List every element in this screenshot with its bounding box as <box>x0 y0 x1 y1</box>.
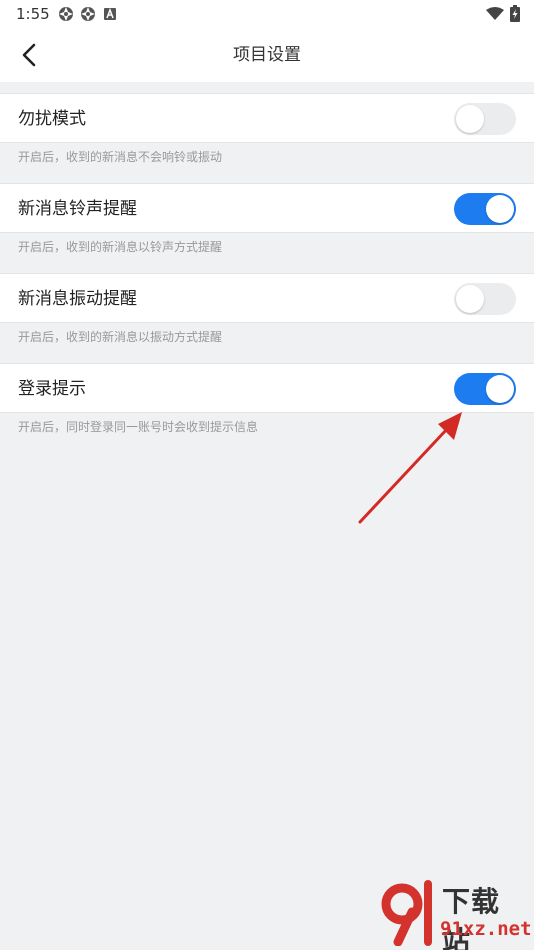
aperture-icon <box>81 7 95 21</box>
setting-label: 勿扰模式 <box>18 109 86 129</box>
setting-description: 开启后，同时登录同一账号时会收到提示信息 <box>18 420 259 434</box>
status-time: 1:55 <box>16 5 50 23</box>
vibration-alert-toggle[interactable] <box>454 283 516 315</box>
setting-label: 新消息振动提醒 <box>18 289 137 309</box>
setting-description: 开启后，收到的新消息以振动方式提醒 <box>18 330 223 344</box>
setting-label: 登录提示 <box>18 379 86 399</box>
toggle-knob <box>486 195 514 223</box>
setting-row-ringtone-alert: 新消息铃声提醒 <box>0 183 534 233</box>
setting-label: 新消息铃声提醒 <box>18 199 137 219</box>
setting-description: 开启后，收到的新消息以铃声方式提醒 <box>18 240 223 254</box>
login-prompt-toggle[interactable] <box>454 373 516 405</box>
watermark-logo: 下载站 91xz.net <box>378 876 532 950</box>
toggle-knob <box>456 105 484 133</box>
watermark-url: 91xz.net <box>440 918 532 940</box>
setting-row-login-prompt: 登录提示 <box>0 363 534 413</box>
toggle-knob <box>456 285 484 313</box>
watermark-91-logo <box>381 880 432 946</box>
page-title: 项目设置 <box>233 45 301 65</box>
font-a-icon <box>104 7 116 20</box>
back-button[interactable] <box>14 40 44 70</box>
ringtone-alert-toggle[interactable] <box>454 193 516 225</box>
wifi-icon <box>486 6 504 20</box>
do-not-disturb-toggle[interactable] <box>454 103 516 135</box>
status-system-icons <box>486 5 520 22</box>
setting-row-do-not-disturb: 勿扰模式 <box>0 93 534 143</box>
aperture-icon <box>59 7 73 21</box>
setting-row-vibration-alert: 新消息振动提醒 <box>0 273 534 323</box>
battery-charging-icon <box>510 5 520 22</box>
status-notification-icons <box>58 6 118 22</box>
chevron-left-icon <box>22 43 36 67</box>
setting-description: 开启后，收到的新消息不会响铃或振动 <box>18 150 223 164</box>
app-bar: 项目设置 <box>0 28 534 82</box>
toggle-knob <box>486 375 514 403</box>
status-bar: 1:55 <box>0 0 534 28</box>
